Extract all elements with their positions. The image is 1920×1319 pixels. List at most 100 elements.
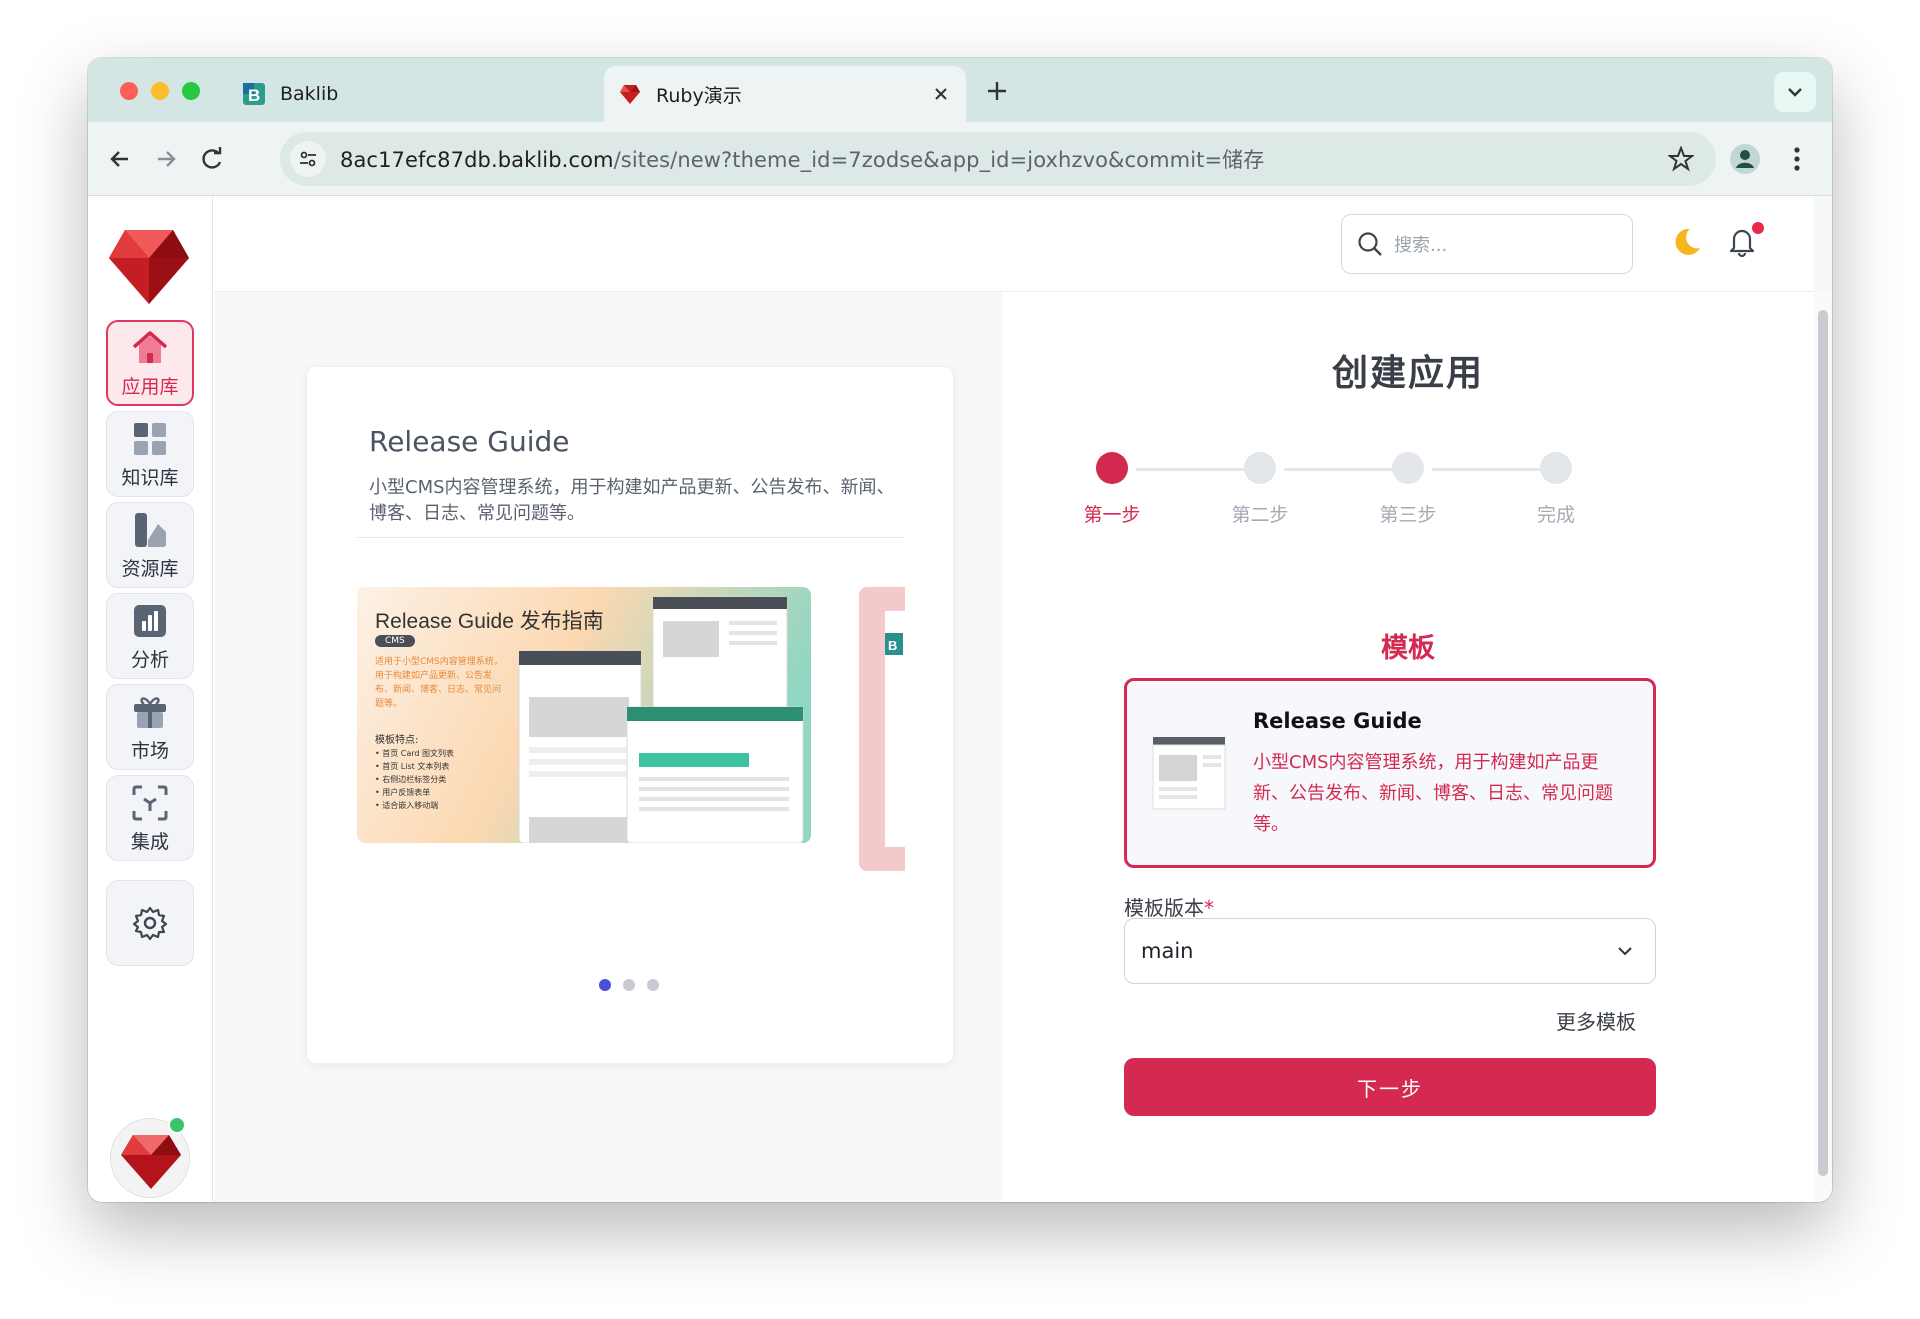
template-preview-card: Release Guide 小型CMS内容管理系统，用于构建如产品更新、公告发布… [306, 366, 954, 1064]
bookmark-star-icon[interactable] [1668, 146, 1694, 172]
notification-badge [1752, 222, 1764, 234]
required-mark: * [1204, 896, 1214, 920]
carousel-features-title: 模板特点: [375, 735, 419, 746]
template-version-label: 模板版本* [1124, 892, 1214, 921]
search-input[interactable]: 搜索... [1341, 214, 1633, 274]
sidebar-item-label: 资源库 [121, 557, 179, 580]
carousel-dot[interactable] [599, 979, 611, 991]
url-text: 8ac17efc87db.baklib.com/sites/new?theme_… [340, 144, 1264, 174]
online-status-indicator [168, 1116, 186, 1134]
gift-icon [134, 696, 166, 728]
home-icon [132, 330, 168, 363]
browser-menu-icon[interactable] [1780, 142, 1814, 176]
step-connector [1432, 468, 1544, 471]
search-icon [1358, 232, 1382, 256]
sidebar-item-apps[interactable]: 应用库 [106, 320, 194, 406]
svg-text:B: B [248, 86, 260, 105]
sidebar-item-label: 知识库 [121, 466, 179, 489]
gear-icon [132, 906, 168, 941]
site-settings-icon[interactable] [290, 141, 326, 177]
preview-description: 小型CMS内容管理系统，用于构建如产品更新、公告发布、新闻、博客、日志、常见问题… [369, 477, 895, 524]
carousel-dot[interactable] [647, 979, 659, 991]
create-app-panel: 创建应用 第一步 第二步 第三步 完成 模板 Release Guide 小型C… [1002, 292, 1814, 1202]
profile-icon[interactable] [1728, 142, 1762, 176]
carousel-next-slide-peek[interactable]: B [859, 587, 905, 871]
feature-item: • 首页 Card 图文列表 [375, 749, 455, 758]
tab-bar: B Baklib Ruby演示 [88, 58, 1832, 122]
step-label-4: 完成 [1536, 504, 1575, 526]
more-templates-link[interactable]: 更多模板 [1556, 1006, 1636, 1035]
sidebar-item-knowledge[interactable]: 知识库 [106, 411, 194, 497]
carousel-slide-title: Release Guide 发布指南 [375, 610, 604, 633]
sidebar-item-analytics[interactable]: 分析 [106, 593, 194, 679]
url-host: 8ac17efc87db.baklib.com [340, 148, 614, 172]
minimize-window-button[interactable] [151, 82, 169, 100]
top-header: 搜索... [214, 196, 1814, 292]
address-bar[interactable]: 8ac17efc87db.baklib.com/sites/new?theme_… [280, 132, 1716, 186]
selected-version: main [1141, 939, 1194, 963]
grid-icon [134, 422, 166, 455]
tab-title: Baklib [280, 83, 339, 105]
sidebar-item-integrations[interactable]: 集成 [106, 775, 194, 861]
settings-button[interactable] [106, 880, 194, 966]
preview-title: Release Guide [369, 425, 570, 458]
scrollbar-thumb[interactable] [1818, 310, 1828, 1176]
sidebar-item-label: 集成 [130, 830, 169, 853]
carousel-features-list: • 首页 Card 图文列表 • 首页 List 文本列表 • 右侧边栏标签分类… [375, 747, 454, 812]
tab-search-button[interactable] [1774, 72, 1816, 112]
close-tab-icon[interactable] [930, 83, 952, 105]
next-step-button[interactable]: 下一步 [1124, 1058, 1656, 1116]
baklib-favicon-icon: B [243, 83, 265, 105]
section-title: 模板 [1381, 633, 1435, 664]
step-circle-1 [1096, 452, 1128, 484]
sidebar-item-label: 应用库 [121, 375, 179, 398]
chart-icon [134, 604, 166, 637]
search-placeholder: 搜索... [1394, 235, 1448, 256]
chevron-down-icon [1618, 947, 1632, 956]
ruby-favicon-icon [620, 85, 640, 104]
sidebar-item-assets[interactable]: 资源库 [106, 502, 194, 588]
new-tab-icon[interactable] [984, 78, 1010, 104]
feature-item: • 用户反馈表单 [375, 788, 431, 797]
step-circle-3 [1392, 452, 1424, 484]
reload-icon[interactable] [198, 145, 226, 173]
forward-arrow-icon[interactable] [152, 145, 180, 173]
back-arrow-icon[interactable] [106, 145, 134, 173]
dark-mode-moon-icon[interactable] [1670, 226, 1702, 258]
step-circle-2 [1244, 452, 1276, 484]
template-thumbnail [1149, 733, 1229, 813]
sidebar-item-market[interactable]: 市场 [106, 684, 194, 770]
url-path: /sites/new?theme_id=7zodse&app_id=joxhzv… [613, 148, 1265, 172]
selected-template-card[interactable]: Release Guide 小型CMS内容管理系统，用于构建如产品更新、公告发布… [1124, 678, 1656, 868]
carousel-slide-text: 适用于小型CMS内容管理系统，用于构建如产品更新、公告发布、新闻、博客、日志、常… [375, 657, 503, 709]
browser-window: B Baklib Ruby演示 8ac17efc87db.baklib.com/… [88, 58, 1832, 1202]
step-label-1: 第一步 [1083, 504, 1141, 526]
step-circle-4 [1540, 452, 1572, 484]
maximize-window-button[interactable] [182, 82, 200, 100]
step-connector [1284, 468, 1396, 471]
feature-item: • 首页 List 文本列表 [375, 762, 450, 771]
tab-ruby-demo[interactable]: Ruby演示 [604, 66, 966, 122]
carousel-dot[interactable] [623, 979, 635, 991]
template-description: 小型CMS内容管理系统，用于构建如产品更新、公告发布、新闻、博客、日志、常见问题… [1253, 752, 1613, 835]
integration-icon [132, 785, 168, 820]
close-window-button[interactable] [120, 82, 138, 100]
template-version-label-text: 模板版本 [1124, 896, 1204, 920]
step-connector [1136, 468, 1248, 471]
assets-icon [135, 512, 166, 547]
browser-toolbar: 8ac17efc87db.baklib.com/sites/new?theme_… [88, 122, 1832, 196]
main-content: 搜索... Release Guide 小型CMS内容管理系统，用于构建如产品更… [214, 196, 1832, 1202]
app-sidebar: 应用库 知识库 资源库 分析 市场 集成 [88, 196, 213, 1202]
template-name: Release Guide [1253, 709, 1422, 733]
ruby-logo-icon[interactable] [105, 222, 193, 310]
sidebar-item-label: 分析 [130, 648, 169, 671]
step-label-2: 第二步 [1231, 504, 1289, 526]
feature-item: • 适合嵌入移动端 [375, 801, 439, 810]
feature-item: • 右侧边栏标签分类 [375, 775, 447, 784]
svg-text:B: B [888, 638, 897, 653]
sidebar-item-label: 市场 [130, 739, 169, 762]
divider [357, 537, 905, 538]
template-version-select[interactable]: main [1124, 918, 1656, 984]
cms-badge: CMS [375, 635, 415, 647]
chevron-down-icon [1788, 88, 1802, 97]
